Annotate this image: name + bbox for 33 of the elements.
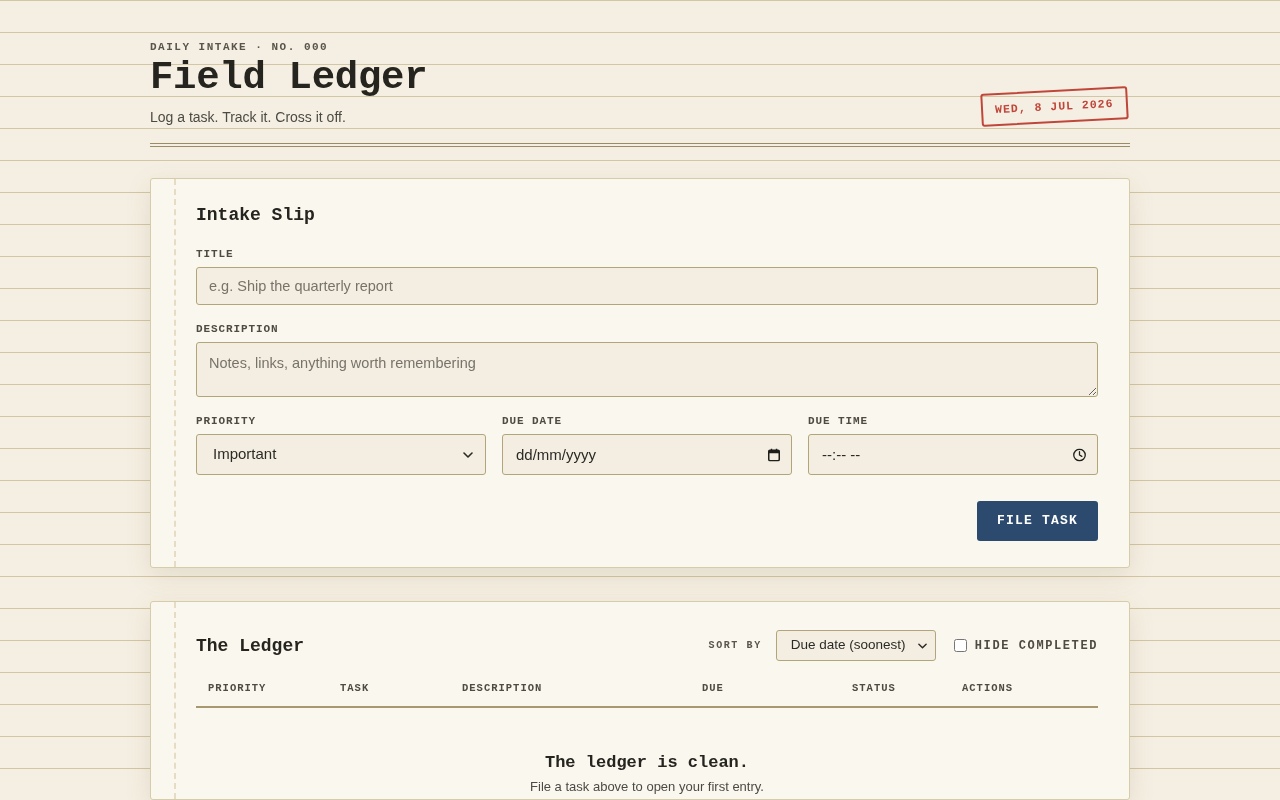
column-header: STATUS (851, 681, 897, 696)
time-input[interactable]: --:-- -- (808, 434, 1098, 475)
column-header: PRIORITY (207, 681, 268, 696)
tagline: Log a task. Track it. Cross it off. (150, 108, 347, 126)
card-heading: The Ledger (196, 634, 305, 657)
column-header: TASK (339, 681, 371, 696)
column-header: DESCRIPTION (461, 681, 544, 696)
column-header: ACTIONS (961, 681, 1015, 696)
field-label: PRIORITY (196, 415, 257, 428)
empty-state-message: File a task above to open your first entry. (530, 779, 764, 795)
field-label: DESCRIPTION (196, 323, 280, 336)
calendar-icon (768, 448, 780, 461)
checkbox-label: HIDE COMPLETED (974, 637, 1098, 655)
hide-completed-checkbox[interactable] (953, 639, 967, 652)
chevron-down-icon (463, 451, 473, 458)
clock-icon (1073, 448, 1086, 461)
field-label: TITLE (196, 248, 235, 261)
card-heading: Intake Slip (196, 204, 316, 226)
column-header: DUE (701, 681, 725, 696)
date-input[interactable]: dd/mm/yyyy (502, 434, 792, 475)
sort-label: SORT BY (708, 639, 762, 653)
field-label: DUE TIME (808, 415, 869, 428)
title-input[interactable]: e.g. Ship the quarterly report (196, 267, 1098, 305)
empty-state-title: The ledger is clean. (544, 753, 749, 773)
description-textarea[interactable]: Notes, links, anything worth remembering (196, 342, 1098, 397)
issue-label: DAILY INTAKE · NO. 000 (150, 40, 330, 54)
page-title: Field Ledger (150, 58, 428, 98)
sort-dropdown[interactable]: Due date (soonest) (775, 630, 936, 661)
chevron-down-icon (917, 642, 927, 649)
date-stamp: WED, 8 JUL 2026 (980, 85, 1129, 127)
file-task-button[interactable]: FILE TASK (977, 501, 1098, 541)
field-label: DUE DATE (502, 415, 563, 428)
priority-dropdown[interactable]: Important (196, 434, 486, 475)
